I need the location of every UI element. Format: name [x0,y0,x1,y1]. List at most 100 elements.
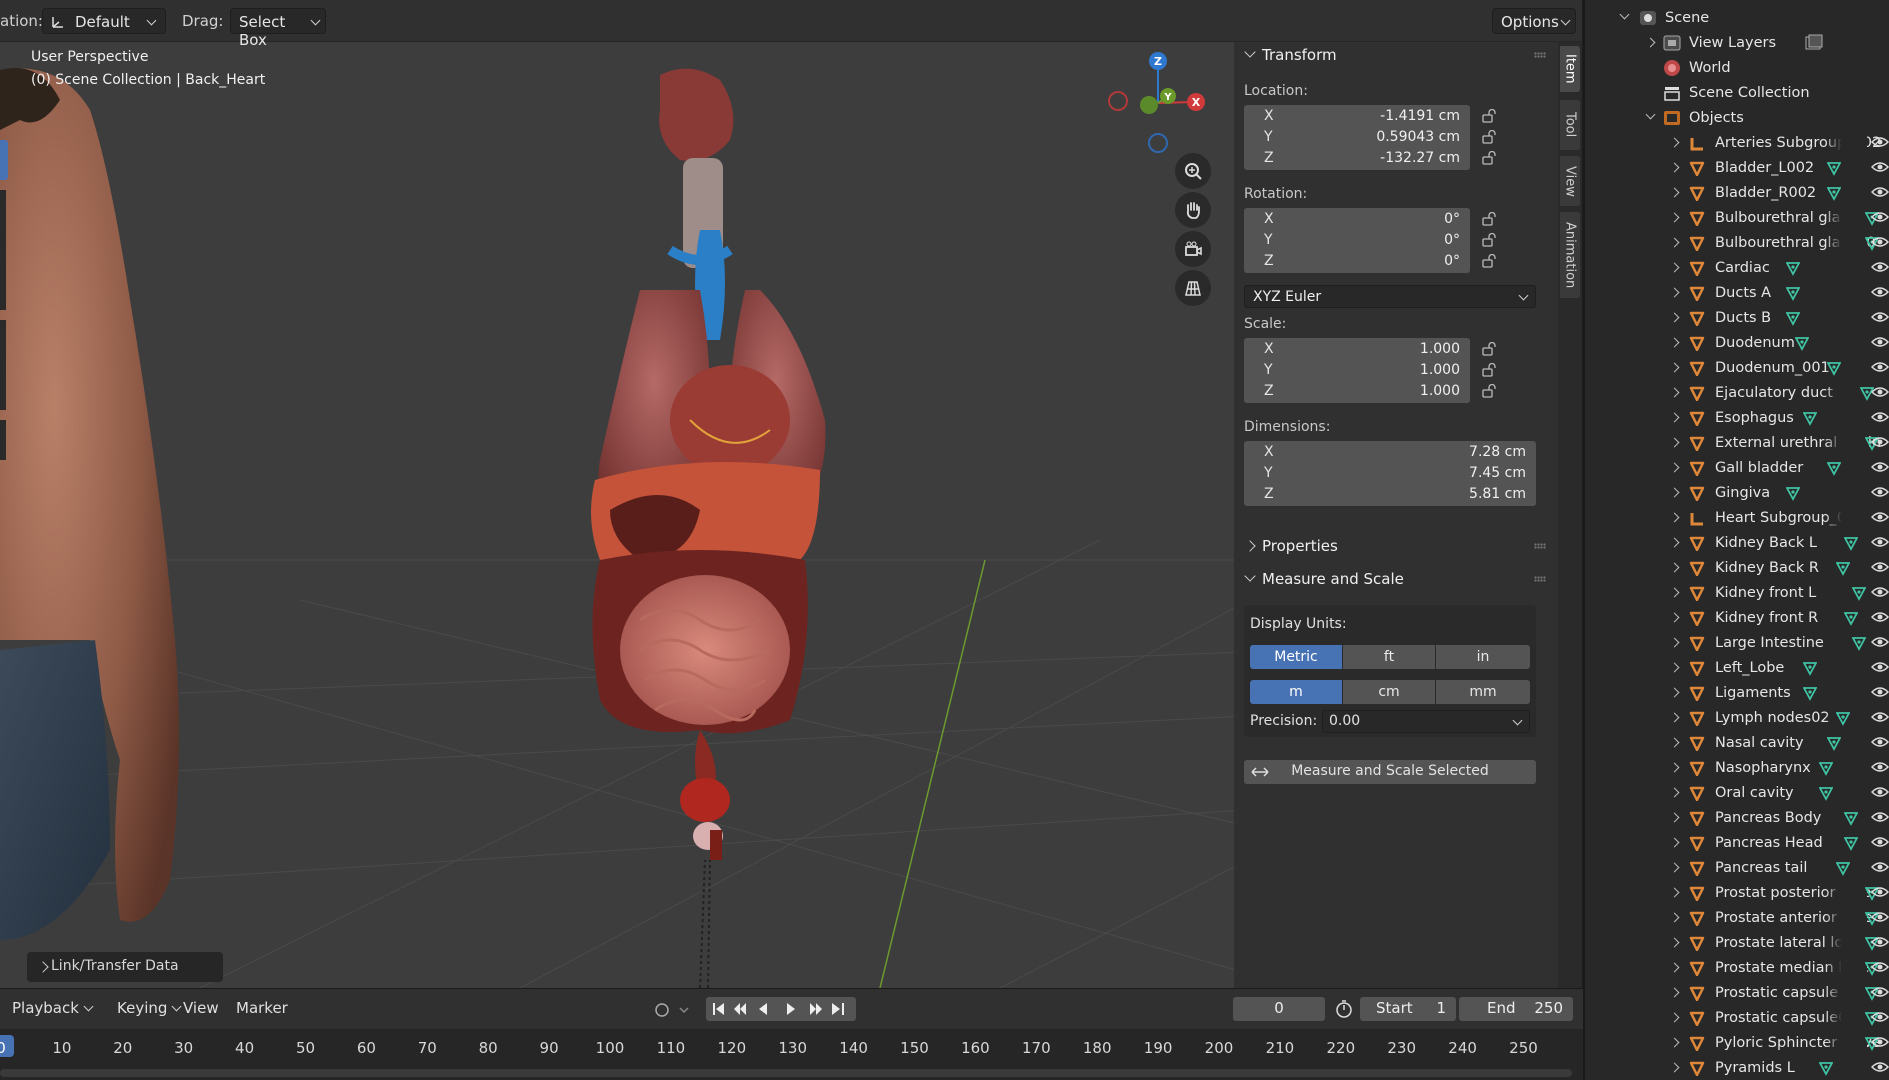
chevron-right-icon[interactable] [1669,412,1680,423]
modifier-icon[interactable] [1843,811,1858,826]
eye-icon[interactable] [1871,961,1889,973]
outliner-object-row[interactable]: Ducts A [1585,281,1889,306]
chevron-right-icon[interactable] [1669,387,1680,398]
eye-icon[interactable] [1871,1061,1889,1073]
eye-icon[interactable] [1871,686,1889,698]
keying-menu[interactable]: Keying [117,999,182,1017]
chevron-right-icon[interactable] [1669,887,1680,898]
modifier-icon[interactable] [1819,1061,1834,1076]
eye-icon[interactable] [1871,836,1889,848]
start-frame-field[interactable]: Start 1 [1360,997,1456,1021]
eye-icon[interactable] [1871,486,1889,498]
chevron-right-icon[interactable] [1669,837,1680,848]
outliner-object-row[interactable]: Left_Lobe [1585,656,1889,681]
ortho-toggle-button[interactable] [1175,270,1211,306]
rot-y-field[interactable]: Y 0° [1244,229,1470,252]
dim-y-field[interactable]: Y 7.45 cm [1244,462,1536,485]
eye-icon[interactable] [1871,986,1889,998]
dim-x-field[interactable]: X 7.28 cm [1244,441,1536,464]
eye-icon[interactable] [1871,736,1889,748]
unit-m[interactable]: m [1250,680,1342,704]
chevron-right-icon[interactable] [1669,612,1680,623]
modifier-icon[interactable] [1852,636,1866,651]
timeline-scrollbar[interactable] [0,1069,1572,1077]
play-button[interactable] [778,997,802,1021]
eye-icon[interactable] [1871,311,1889,323]
end-frame-field[interactable]: End 250 [1459,997,1573,1021]
outliner-object-row[interactable]: Prostat posterior lobe [1585,881,1889,906]
eye-icon[interactable] [1871,861,1889,873]
outliner-scene-collection-row[interactable]: Scene Collection [1585,81,1889,106]
modifier-icon[interactable] [1852,586,1866,601]
unlock-icon[interactable] [1482,253,1498,268]
gizmo-neg-x[interactable] [1108,91,1128,111]
eye-icon[interactable] [1871,936,1889,948]
rotation-mode-dropdown[interactable]: XYZ Euler [1244,285,1536,308]
eye-icon[interactable] [1871,386,1889,398]
eye-icon[interactable] [1871,436,1889,448]
pan-button[interactable] [1175,192,1211,228]
chevron-right-icon[interactable] [1669,587,1680,598]
outliner-object-row[interactable]: Ducts B [1585,306,1889,331]
tab-view[interactable]: View [1560,156,1580,206]
jump-end-button[interactable] [830,997,856,1021]
outliner-object-row[interactable]: Kidney Back L [1585,531,1889,556]
chevron-right-icon[interactable] [1669,1037,1680,1048]
unit-system-in[interactable]: in [1436,645,1530,669]
rot-z-field[interactable]: Z 0° [1244,250,1470,273]
modifier-icon[interactable] [1835,711,1850,726]
tab-animation[interactable]: Animation [1560,212,1580,298]
chevron-right-icon[interactable] [1669,562,1680,573]
eye-icon[interactable] [1871,286,1889,298]
gizmo-neg-y[interactable] [1140,96,1158,114]
axis-gizmo[interactable]: Z X Y [1100,48,1220,158]
unlock-icon[interactable] [1482,383,1498,398]
drag-handle-icon[interactable] [1534,52,1546,58]
outliner-object-row[interactable]: Cardiac [1585,256,1889,281]
eye-icon[interactable] [1871,136,1889,148]
properties-panel-header[interactable]: Properties [1244,537,1338,555]
eye-icon[interactable] [1871,461,1889,473]
chevron-right-icon[interactable] [1669,662,1680,673]
outliner-scene-row[interactable]: Scene [1585,6,1889,31]
modifier-icon[interactable] [1819,786,1834,801]
chevron-right-icon[interactable] [1669,237,1680,248]
eye-icon[interactable] [1871,161,1889,173]
outliner-object-row[interactable]: Bulbourethral glands [1585,206,1889,231]
chevron-right-icon[interactable] [1669,787,1680,798]
chevron-right-icon[interactable] [1669,1012,1680,1023]
modifier-icon[interactable] [1827,461,1842,476]
dim-z-field[interactable]: Z 5.81 cm [1244,483,1536,506]
transform-panel-header[interactable]: Transform [1244,46,1337,64]
modifier-icon[interactable] [1835,561,1850,576]
scale-x-field[interactable]: X 1.000 [1244,338,1470,361]
scale-z-field[interactable]: Z 1.000 [1244,380,1470,403]
loc-x-field[interactable]: X -1.4191 cm [1244,105,1470,128]
tool-group[interactable] [0,420,6,460]
gizmo-neg-z[interactable] [1148,133,1168,153]
outliner-object-row[interactable]: Nasopharynx [1585,756,1889,781]
outliner-object-row[interactable]: Ejaculatory duct [1585,381,1889,406]
outliner-object-row[interactable]: Bladder_R002 [1585,181,1889,206]
outliner-object-row[interactable]: Bladder_L002 [1585,156,1889,181]
chevron-right-icon[interactable] [1669,287,1680,298]
outliner-object-row[interactable]: Pyramids L [1585,1056,1889,1080]
scale-y-field[interactable]: Y 1.000 [1244,359,1470,382]
outliner-object-row[interactable]: Nasal cavity [1585,731,1889,756]
outliner-object-row[interactable]: Large Intestine [1585,631,1889,656]
current-frame-field[interactable]: 0 [1233,997,1325,1021]
unit-mm[interactable]: mm [1436,680,1530,704]
playback-menu[interactable]: Playback [12,999,94,1017]
outliner-object-row[interactable]: Kidney Back R [1585,556,1889,581]
preview-range-button[interactable] [1333,998,1355,1020]
loc-y-field[interactable]: Y 0.59043 cm [1244,126,1470,149]
eye-icon[interactable] [1871,261,1889,273]
modifier-icon[interactable] [1802,411,1817,426]
chevron-right-icon[interactable] [1669,162,1680,173]
chevron-right-icon[interactable] [1669,487,1680,498]
tab-tool[interactable]: Tool [1560,100,1580,150]
camera-view-button[interactable] [1175,231,1211,267]
unlock-icon[interactable] [1482,341,1498,356]
outliner-object-row[interactable]: Gall bladder [1585,456,1889,481]
outliner-object-row[interactable]: Pancreas Head [1585,831,1889,856]
